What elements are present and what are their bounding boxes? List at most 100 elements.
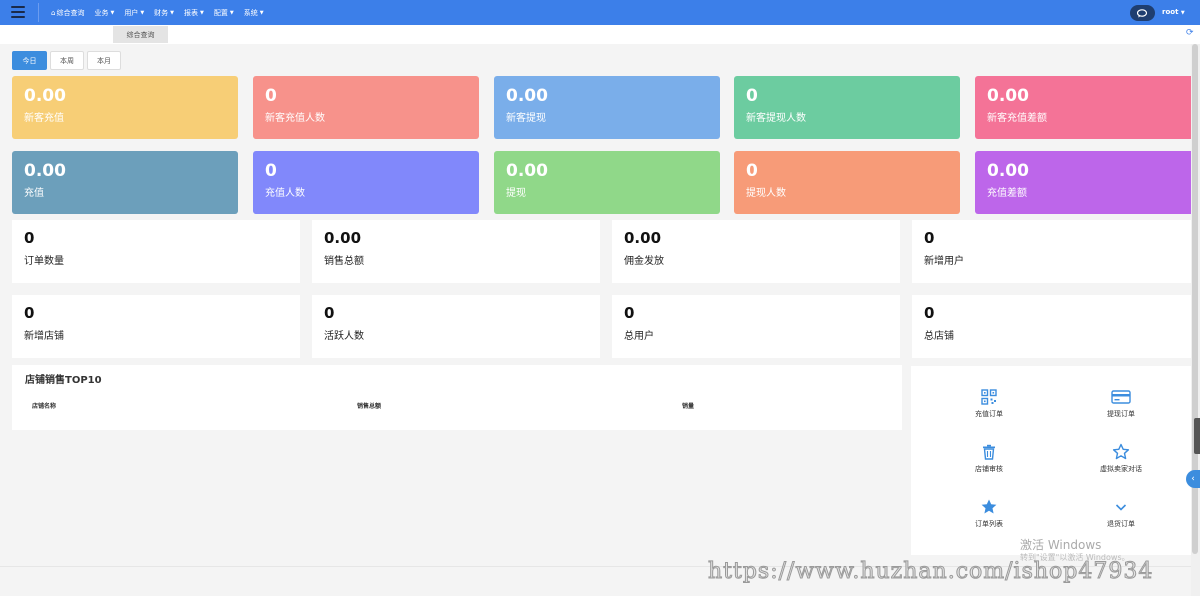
nav-system-label: 系统 xyxy=(243,8,258,17)
trash-icon xyxy=(983,444,995,460)
stat-value: 0 xyxy=(324,304,335,322)
quick-order-list[interactable]: 订单列表 xyxy=(939,498,1039,529)
chat-icon[interactable] xyxy=(1130,5,1155,21)
new-customer-card: 0.00 新客充值 xyxy=(12,76,238,139)
quick-links-panel: 充值订单 提现订单 店铺审核 虚拟卖家对话 订单列表 退货订单 xyxy=(911,366,1200,555)
stat-card: 0.00 销售总额 xyxy=(312,220,600,283)
tab-overview[interactable]: 综合查询 xyxy=(113,26,168,43)
caret-down-icon: ▼ xyxy=(170,9,175,16)
top-navbar: ⌂ 综合查询 业务 ▼ 用户 ▼ 财务 ▼ 报表 ▼ 配置 ▼ 系统 ▼ root ▼ xyxy=(0,0,1200,25)
stat-card: 0.00 佣金发放 xyxy=(612,220,900,283)
new-customer-card: 0 新客提现人数 xyxy=(734,76,960,139)
watermark-url: https://www.huzhan.com/ishop47934 xyxy=(707,559,1154,585)
nav-finance[interactable]: 财务 ▼ xyxy=(154,8,174,18)
shop-sales-top10-panel: 店铺销售TOP10 店铺名称 销售总额 销量 xyxy=(12,365,902,430)
nav-config[interactable]: 配置 ▼ xyxy=(214,8,234,18)
stat-label: 佣金发放 xyxy=(624,256,664,267)
refresh-icon[interactable]: ⟳ xyxy=(1186,28,1194,38)
caret-down-icon: ▼ xyxy=(229,9,234,16)
qrcode-icon xyxy=(981,389,997,405)
quick-link-label: 店铺审核 xyxy=(975,465,1003,473)
nav-home[interactable]: ⌂ 综合查询 xyxy=(51,8,84,18)
card-label: 新客提现 xyxy=(506,113,546,124)
stat-card: 0 新增店铺 xyxy=(12,295,300,358)
card-value: 0.00 xyxy=(987,161,1029,181)
card-value: 0.00 xyxy=(24,86,66,106)
nav-reports-label: 报表 xyxy=(184,8,199,17)
stat-card: 0 订单数量 xyxy=(12,220,300,283)
stat-card: 0 新增用户 xyxy=(912,220,1191,283)
stat-card: 0 总店铺 xyxy=(912,295,1191,358)
nav-config-label: 配置 xyxy=(213,8,228,17)
stat-label: 活跃人数 xyxy=(324,331,364,342)
menu-toggle-icon[interactable] xyxy=(11,6,25,18)
nav-system[interactable]: 系统 ▼ xyxy=(244,8,264,18)
quick-link-label: 充值订单 xyxy=(975,410,1003,418)
card-label: 提现人数 xyxy=(746,188,786,199)
column-header-shop-name: 店铺名称 xyxy=(32,403,57,410)
collapse-chevron-icon[interactable]: ‹ xyxy=(1186,470,1200,488)
stat-card: 0 总用户 xyxy=(612,295,900,358)
nav-business[interactable]: 业务 ▼ xyxy=(94,8,114,18)
quick-link-label: 提现订单 xyxy=(1107,410,1135,418)
period-week-button[interactable]: 本周 xyxy=(50,51,84,70)
quick-recharge-orders[interactable]: 充值订单 xyxy=(939,388,1039,419)
caret-down-icon: ▼ xyxy=(110,9,115,16)
nav-users[interactable]: 用户 ▼ xyxy=(124,8,144,18)
stat-card: 0 活跃人数 xyxy=(312,295,600,358)
card-label: 新客充值人数 xyxy=(265,113,325,124)
period-today-button[interactable]: 今日 xyxy=(12,51,47,70)
quick-shop-review[interactable]: 店铺审核 xyxy=(939,443,1039,474)
divider xyxy=(38,3,39,22)
new-customer-card: 0.00 新客提现 xyxy=(494,76,720,139)
caret-down-icon: ▼ xyxy=(200,9,204,16)
finance-card: 0 提现人数 xyxy=(734,151,960,214)
star-outline-icon xyxy=(1112,443,1130,460)
card-value: 0 xyxy=(265,86,277,106)
star-icon xyxy=(981,499,997,514)
column-header-sales-volume: 销量 xyxy=(682,403,695,410)
stat-value: 0 xyxy=(924,229,935,247)
caret-down-icon: ▼ xyxy=(259,9,264,16)
nav-reports[interactable]: 报表 ▼ xyxy=(184,8,204,18)
card-label: 充值 xyxy=(24,188,44,199)
chevron-down-icon xyxy=(1115,504,1127,511)
column-header-sales-total: 销售总额 xyxy=(357,403,382,410)
panel-title: 店铺销售TOP10 xyxy=(25,375,102,386)
finance-card: 0.00 提现 xyxy=(494,151,720,214)
stat-label: 总用户 xyxy=(624,331,654,342)
quick-link-label: 退货订单 xyxy=(1107,520,1135,528)
quick-link-label: 虚拟卖家对话 xyxy=(1100,465,1142,473)
home-icon: ⌂ xyxy=(51,8,56,17)
card-label: 充值差额 xyxy=(987,188,1027,199)
windows-activation-title: 激活 Windows xyxy=(1020,538,1102,552)
stat-label: 销售总额 xyxy=(324,256,364,267)
quick-virtual-seller-chat[interactable]: 虚拟卖家对话 xyxy=(1071,443,1171,474)
nav-finance-label: 财务 xyxy=(154,8,169,17)
stat-label: 新增店铺 xyxy=(24,331,64,342)
top-menu: ⌂ 综合查询 业务 ▼ 用户 ▼ 财务 ▼ 报表 ▼ 配置 ▼ 系统 ▼ xyxy=(51,0,274,25)
user-menu[interactable]: root ▼ xyxy=(1162,8,1185,16)
finance-card: 0.00 充值 xyxy=(12,151,238,214)
stat-value: 0.00 xyxy=(624,229,662,247)
card-value: 0 xyxy=(746,161,758,181)
quick-return-orders[interactable]: 退货订单 xyxy=(1071,498,1171,529)
stat-value: 0 xyxy=(924,304,935,322)
card-label: 新客提现人数 xyxy=(746,113,806,124)
period-month-button[interactable]: 本月 xyxy=(87,51,121,70)
stat-label: 新增用户 xyxy=(924,256,964,267)
card-label: 新客充值 xyxy=(24,113,64,124)
nav-home-label: 综合查询 xyxy=(56,8,85,17)
stat-value: 0 xyxy=(24,304,35,322)
finance-card: 0 充值人数 xyxy=(253,151,479,214)
card-value: 0.00 xyxy=(987,86,1029,106)
stat-value: 0 xyxy=(24,229,35,247)
side-tab[interactable] xyxy=(1194,418,1200,454)
finance-card: 0.00 充值差额 xyxy=(975,151,1200,214)
stat-label: 总店铺 xyxy=(924,331,954,342)
caret-down-icon: ▼ xyxy=(140,9,145,16)
card-label: 提现 xyxy=(506,188,526,199)
quick-link-label: 订单列表 xyxy=(975,520,1003,528)
tab-strip: 综合查询 ⟳ xyxy=(0,25,1200,44)
quick-withdraw-orders[interactable]: 提现订单 xyxy=(1071,388,1171,419)
